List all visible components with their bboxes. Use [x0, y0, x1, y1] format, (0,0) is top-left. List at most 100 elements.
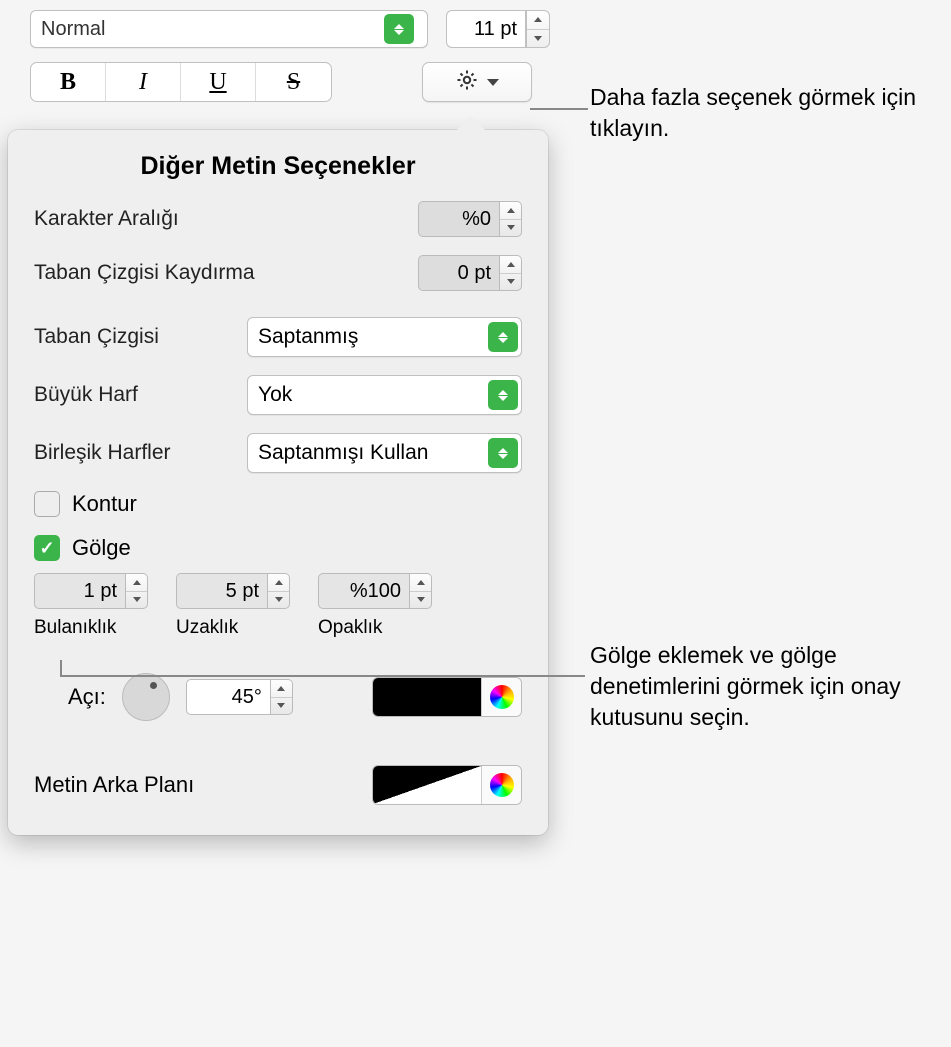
bold-button[interactable]: B — [31, 63, 106, 101]
blur-control[interactable]: 1 pt — [34, 573, 148, 609]
blur-value[interactable]: 1 pt — [34, 573, 126, 609]
angle-label: Açı: — [68, 684, 106, 710]
dist-stepper[interactable] — [268, 573, 290, 609]
shadow-label: Gölge — [72, 535, 131, 561]
font-style-value: Normal — [41, 18, 105, 41]
color-picker-button[interactable] — [481, 766, 521, 804]
font-row: Normal 11 pt — [30, 10, 550, 48]
baseline-shift-value[interactable]: 0 pt — [418, 255, 500, 291]
shadow-color-well[interactable] — [372, 677, 522, 717]
angle-row: Açı: 45° — [34, 673, 522, 721]
callout-shadow: Gölge eklemek ve gölge denetimlerini gör… — [590, 640, 950, 733]
updown-icon — [384, 14, 414, 44]
chevron-down-icon — [487, 79, 499, 86]
opacity-label: Opaklık — [318, 617, 382, 639]
font-size-stepper[interactable] — [526, 10, 550, 48]
angle-control[interactable]: 45° — [186, 679, 293, 715]
dist-label: Uzaklık — [176, 617, 238, 639]
updown-icon — [488, 322, 518, 352]
ligatures-value: Saptanmışı Kullan — [258, 441, 428, 465]
format-row: B I U S — [30, 62, 550, 102]
text-bg-swatch[interactable] — [373, 766, 481, 804]
caps-row: Büyük Harf Yok — [34, 375, 522, 415]
caps-select[interactable]: Yok — [247, 375, 522, 415]
shadow-controls: 1 pt Bulanıklık 5 pt Uzaklık %100 — [34, 573, 522, 639]
dist-control[interactable]: 5 pt — [176, 573, 290, 609]
ligatures-label: Birleşik Harfler — [34, 441, 171, 465]
chevron-up-icon[interactable] — [500, 202, 521, 220]
chevron-up-icon[interactable] — [410, 574, 431, 592]
shadow-color-swatch[interactable] — [373, 678, 481, 716]
ligatures-select[interactable]: Saptanmışı Kullan — [247, 433, 522, 473]
chevron-up-icon[interactable] — [271, 680, 292, 698]
blur-stepper[interactable] — [126, 573, 148, 609]
callout-line — [60, 660, 62, 676]
angle-value[interactable]: 45° — [186, 679, 271, 715]
caps-label: Büyük Harf — [34, 383, 138, 407]
blur-col: 1 pt Bulanıklık — [34, 573, 148, 639]
popover-title: Diğer Metin Seçenekler — [34, 152, 522, 181]
shadow-row: Gölge — [34, 535, 522, 561]
text-bg-row: Metin Arka Planı — [34, 765, 522, 805]
chevron-down-icon[interactable] — [410, 592, 431, 609]
chevron-down-icon[interactable] — [268, 592, 289, 609]
format-panel: Normal 11 pt B I U S — [30, 10, 550, 102]
more-text-options-popover: Diğer Metin Seçenekler Karakter Aralığı … — [8, 130, 548, 835]
font-size-value[interactable]: 11 pt — [446, 10, 526, 48]
angle-dial[interactable] — [122, 673, 170, 721]
shadow-checkbox[interactable] — [34, 535, 60, 561]
dist-value[interactable]: 5 pt — [176, 573, 268, 609]
chevron-down-icon[interactable] — [500, 274, 521, 291]
text-style-group: B I U S — [30, 62, 332, 102]
chevron-up-icon[interactable] — [500, 256, 521, 274]
baseline-shift-stepper[interactable] — [500, 255, 522, 291]
char-spacing-row: Karakter Aralığı %0 — [34, 201, 522, 237]
char-spacing-stepper[interactable] — [500, 201, 522, 237]
text-bg-label: Metin Arka Planı — [34, 772, 194, 798]
updown-icon — [488, 380, 518, 410]
text-bg-color-well[interactable] — [372, 765, 522, 805]
updown-icon — [488, 438, 518, 468]
opacity-control[interactable]: %100 — [318, 573, 432, 609]
baseline-row: Taban Çizgisi Saptanmış — [34, 317, 522, 357]
more-options-button[interactable] — [422, 62, 532, 102]
caps-value: Yok — [258, 383, 292, 407]
callout-more-options: Daha fazla seçenek görmek için tıklayın. — [590, 82, 930, 144]
underline-button[interactable]: U — [181, 63, 256, 101]
color-wheel-icon — [490, 685, 514, 709]
chevron-up-icon[interactable] — [268, 574, 289, 592]
outline-checkbox[interactable] — [34, 491, 60, 517]
baseline-select[interactable]: Saptanmış — [247, 317, 522, 357]
char-spacing-label: Karakter Aralığı — [34, 207, 179, 231]
color-wheel-icon — [490, 773, 514, 797]
baseline-shift-label: Taban Çizgisi Kaydırma — [34, 261, 255, 285]
opacity-value[interactable]: %100 — [318, 573, 410, 609]
opacity-stepper[interactable] — [410, 573, 432, 609]
char-spacing-control[interactable]: %0 — [418, 201, 522, 237]
gear-icon — [455, 68, 479, 97]
outline-row: Kontur — [34, 491, 522, 517]
chevron-down-icon[interactable] — [271, 698, 292, 715]
dist-col: 5 pt Uzaklık — [176, 573, 290, 639]
italic-button[interactable]: I — [106, 63, 181, 101]
strike-button[interactable]: S — [256, 63, 331, 101]
callout-line — [60, 675, 585, 677]
color-picker-button[interactable] — [481, 678, 521, 716]
font-style-select[interactable]: Normal — [30, 10, 428, 48]
char-spacing-value[interactable]: %0 — [418, 201, 500, 237]
ligatures-row: Birleşik Harfler Saptanmışı Kullan — [34, 433, 522, 473]
opacity-col: %100 Opaklık — [318, 573, 432, 639]
callout-line — [530, 108, 588, 110]
chevron-up-icon[interactable] — [527, 11, 549, 30]
chevron-down-icon[interactable] — [500, 220, 521, 237]
outline-label: Kontur — [72, 491, 137, 517]
chevron-down-icon[interactable] — [527, 30, 549, 48]
angle-stepper[interactable] — [271, 679, 293, 715]
baseline-value: Saptanmış — [258, 325, 358, 349]
chevron-down-icon[interactable] — [126, 592, 147, 609]
baseline-shift-control[interactable]: 0 pt — [418, 255, 522, 291]
chevron-up-icon[interactable] — [126, 574, 147, 592]
baseline-label: Taban Çizgisi — [34, 325, 159, 349]
font-size-control[interactable]: 11 pt — [446, 10, 550, 48]
baseline-shift-row: Taban Çizgisi Kaydırma 0 pt — [34, 255, 522, 291]
